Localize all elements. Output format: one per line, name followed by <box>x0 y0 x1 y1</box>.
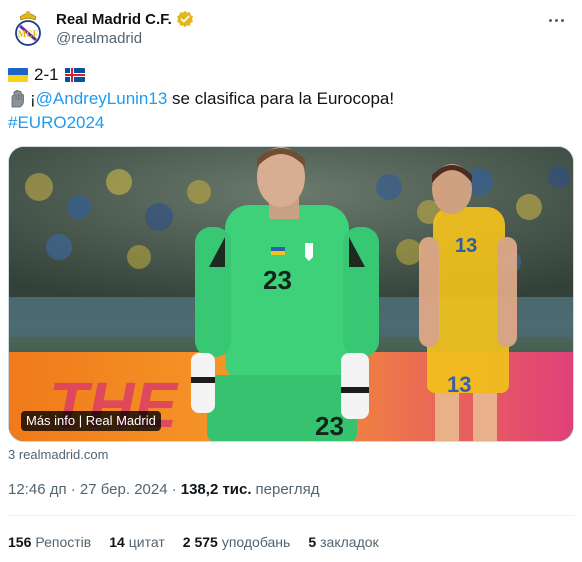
svg-text:13: 13 <box>447 372 471 397</box>
stat-reposts[interactable]: 156 Репостів <box>8 534 91 550</box>
handle[interactable]: @realmadrid <box>56 30 142 47</box>
svg-text:23: 23 <box>315 411 344 441</box>
verified-badge-icon[interactable] <box>176 10 194 28</box>
avatar[interactable]: MCF <box>8 8 48 48</box>
tweet-media-card[interactable]: THE 13 13 23 23 Más info | Real Madrid <box>8 146 574 442</box>
media-image: THE 13 13 23 23 <box>9 147 573 441</box>
score: 2-1 <box>34 65 59 84</box>
mention-link[interactable]: @AndreyLunin13 <box>36 87 168 111</box>
svg-text:MCF: MCF <box>18 29 39 39</box>
ukraine-flag-icon <box>8 68 28 82</box>
glove-emoji-icon <box>11 90 24 108</box>
views-count: 138,2 тис. <box>180 481 252 498</box>
stat-bookmarks[interactable]: 5 закладок <box>308 534 378 550</box>
mention-line: ¡ @AndreyLunin13 se clasifica para la Eu… <box>8 87 574 111</box>
iceland-flag-icon <box>64 68 85 82</box>
views-label: перегляд <box>255 481 320 498</box>
hashtag-link[interactable]: #EURO2024 <box>8 111 104 135</box>
timestamp[interactable]: 12:46 дп · 27 бер. 2024 · <box>8 481 177 498</box>
divider <box>8 515 574 516</box>
stat-quotes[interactable]: 14 цитат <box>109 534 165 550</box>
more-icon[interactable] <box>544 10 568 30</box>
tweet-header: MCF Real Madrid C.F. @realmadrid <box>8 8 574 52</box>
stat-likes[interactable]: 2 575 уподобань <box>183 534 291 550</box>
score-line: 2-1 <box>8 63 574 87</box>
real-madrid-crest-icon: MCF <box>15 11 41 46</box>
player-number-left: 23 <box>263 265 292 295</box>
media-label[interactable]: Más info | Real Madrid <box>21 411 161 431</box>
svg-text:13: 13 <box>455 235 477 257</box>
engagement-stats: 156 Репостів 14 цитат 2 575 уподобань 5 закл… <box>8 534 397 550</box>
tweet-text: 2-1 ¡ @AndreyLunin13 se clasifica para l… <box>8 63 574 135</box>
tweet-meta: 12:46 дп · 27 бер. 2024 · 138,2 тис. пер… <box>8 481 319 498</box>
text-suffix: se clasifica para la Eurocopa! <box>167 89 395 108</box>
source-link[interactable]: 3 realmadrid.com <box>8 447 108 462</box>
display-name[interactable]: Real Madrid C.F. <box>56 11 172 28</box>
